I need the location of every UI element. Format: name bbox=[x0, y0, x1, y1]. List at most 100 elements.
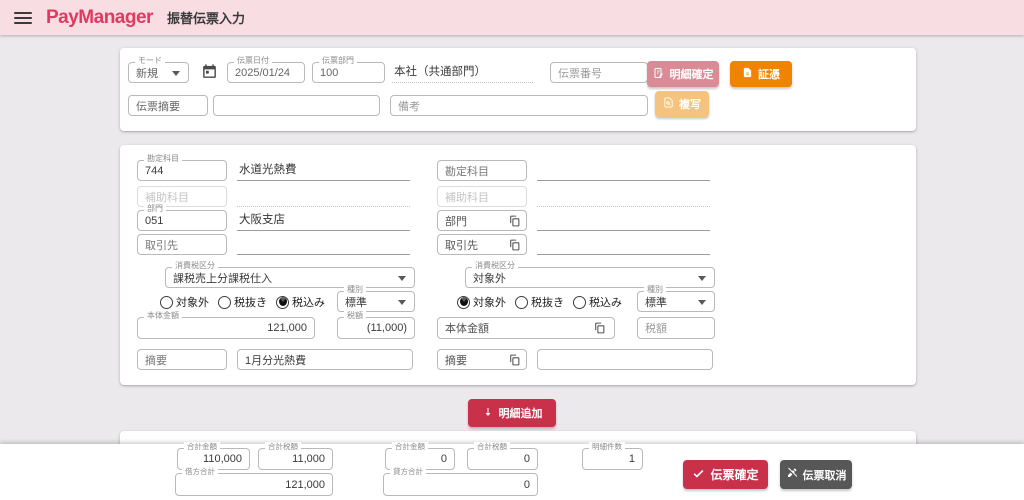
slip-number-field[interactable]: 伝票番号 bbox=[550, 62, 648, 83]
remarks-field[interactable]: 備考 bbox=[390, 95, 648, 116]
credit-type-select[interactable]: 種別 標準 bbox=[637, 285, 715, 312]
credit-account-field[interactable]: 勘定科目 bbox=[437, 160, 527, 181]
credit-account-placeholder: 勘定科目 bbox=[445, 165, 489, 178]
debit-grand-total-label: 借方合計 bbox=[182, 467, 218, 477]
debit-tax-field[interactable]: 税額 (11,000) bbox=[337, 311, 415, 339]
debit-partner-field[interactable]: 取引先 bbox=[137, 234, 227, 255]
credit-account-name bbox=[537, 157, 710, 181]
detail-entry-card: 勘定科目 744 水道光熱費 補助科目 部門 051 大阪支店 取引先 消費税区… bbox=[120, 145, 916, 385]
debit-tax-class-select[interactable]: 消費税区分 課税売上分課税仕入 bbox=[165, 261, 415, 288]
debit-dept-name: 大阪支店 bbox=[237, 207, 410, 231]
confirm-details-icon bbox=[653, 67, 665, 82]
credit-partner-field[interactable]: 取引先 bbox=[437, 234, 527, 255]
credit-subaccount-field[interactable]: 補助科目 bbox=[437, 186, 527, 207]
credit-subaccount-name bbox=[537, 183, 710, 207]
debit-radio-zeikomi[interactable]: 税込み bbox=[276, 294, 325, 310]
cancel-slip-button[interactable]: 伝票取消 bbox=[780, 460, 852, 489]
debit-partner-name bbox=[237, 231, 410, 255]
copy-icon[interactable] bbox=[508, 353, 521, 366]
credit-total-tax-field: 合計税額 0 bbox=[467, 442, 538, 470]
credit-summary-field[interactable]: 摘要 bbox=[437, 349, 527, 370]
slip-summary-input[interactable] bbox=[213, 95, 380, 116]
detail-count-field: 明細件数 1 bbox=[582, 442, 643, 470]
debit-total-amount-value: 110,000 bbox=[203, 453, 242, 465]
debit-amount-field[interactable]: 本体金額 121,000 bbox=[137, 311, 315, 339]
debit-summary-field[interactable]: 摘要 bbox=[137, 349, 227, 370]
credit-tax-placeholder: 税額 bbox=[645, 323, 667, 335]
totals-footer: 合計金額 110,000 合計税額 11,000 借方合計 121,000 合計… bbox=[0, 442, 1024, 500]
debit-radio-label-2: 税込み bbox=[292, 297, 325, 309]
page-title: 振替伝票入力 bbox=[166, 11, 245, 26]
debit-total-amount-label: 合計金額 bbox=[184, 442, 220, 452]
debit-grand-total-field: 借方合計 121,000 bbox=[175, 467, 333, 496]
app-header: PayManager 振替伝票入力 bbox=[0, 0, 1024, 35]
debit-grand-total-value: 121,000 bbox=[285, 478, 325, 491]
mode-select[interactable]: モード 新規 bbox=[128, 56, 189, 83]
debit-account-field[interactable]: 勘定科目 744 bbox=[137, 154, 227, 181]
copy-slip-icon bbox=[663, 97, 674, 111]
credit-summary-input[interactable] bbox=[537, 349, 713, 370]
slip-summary-field[interactable]: 伝票摘要 bbox=[128, 95, 208, 116]
credit-type-label: 種別 bbox=[644, 285, 666, 296]
debit-total-tax-value: 11,000 bbox=[292, 453, 325, 465]
mode-label: モード bbox=[135, 56, 165, 67]
cancel-slip-label: 伝票取消 bbox=[802, 469, 847, 482]
add-detail-button[interactable]: 明細追加 bbox=[468, 399, 556, 427]
debit-dept-field[interactable]: 部門 051 bbox=[137, 204, 227, 231]
credit-radio-label-0: 対象外 bbox=[473, 297, 506, 309]
radio-icon bbox=[515, 295, 528, 309]
debit-amount-label: 本体金額 bbox=[144, 311, 182, 322]
debit-dept-label: 部門 bbox=[144, 204, 166, 215]
credit-amount-placeholder: 本体金額 bbox=[445, 323, 489, 335]
slip-dept-name: 本社（共通部門） bbox=[392, 61, 533, 83]
copy-icon[interactable] bbox=[593, 322, 606, 335]
slip-date-field[interactable]: 伝票日付 2025/01/24 bbox=[227, 56, 305, 83]
credit-amount-field[interactable]: 本体金額 bbox=[437, 317, 615, 339]
credit-tax-field[interactable]: 税額 bbox=[637, 317, 715, 339]
confirm-details-button[interactable]: 明細確定 bbox=[647, 61, 719, 87]
debit-summary-placeholder: 摘要 bbox=[145, 354, 167, 367]
debit-radio-label-0: 対象外 bbox=[176, 297, 209, 309]
slip-header-card: モード 新規 伝票日付 2025/01/24 伝票部門 100 本社（共通部門）… bbox=[120, 48, 916, 131]
credit-grand-total-label: 貸方合計 bbox=[390, 467, 426, 477]
cancel-slip-icon bbox=[786, 467, 798, 482]
copy-icon[interactable] bbox=[508, 214, 521, 227]
credit-grand-total-field: 貸方合計 0 bbox=[383, 467, 538, 496]
credit-grand-total-value: 0 bbox=[523, 478, 530, 491]
confirm-slip-button[interactable]: 伝票確定 bbox=[683, 460, 768, 489]
credit-radio-label-2: 税込み bbox=[589, 297, 622, 309]
debit-radio-zeinuki[interactable]: 税抜き bbox=[218, 294, 267, 310]
confirm-details-label: 明細確定 bbox=[669, 69, 714, 81]
debit-partner-placeholder: 取引先 bbox=[145, 239, 178, 252]
credit-subaccount-placeholder: 補助科目 bbox=[445, 191, 489, 204]
copy-slip-button[interactable]: 複写 bbox=[655, 91, 709, 117]
debit-type-select[interactable]: 種別 標準 bbox=[337, 285, 415, 312]
copy-icon[interactable] bbox=[508, 238, 521, 251]
credit-radio-label-1: 税抜き bbox=[531, 297, 564, 309]
credit-tax-class-select[interactable]: 消費税区分 対象外 bbox=[465, 261, 715, 288]
add-detail-label: 明細追加 bbox=[498, 408, 543, 420]
debit-total-tax-label: 合計税額 bbox=[265, 442, 301, 452]
menu-icon[interactable] bbox=[14, 11, 32, 24]
debit-type-label: 種別 bbox=[344, 285, 366, 296]
debit-subaccount-name bbox=[237, 183, 410, 207]
slip-dept-field[interactable]: 伝票部門 100 bbox=[312, 56, 385, 83]
credit-total-amount-value: 0 bbox=[440, 453, 447, 465]
copy-slip-label: 複写 bbox=[679, 99, 701, 111]
credit-radio-zeinuki[interactable]: 税抜き bbox=[515, 294, 564, 310]
radio-icon bbox=[218, 295, 231, 309]
detail-count-label: 明細件数 bbox=[589, 442, 625, 452]
radio-selected-icon bbox=[457, 295, 470, 309]
debit-radio-taigaishо̄[interactable]: 対象外 bbox=[160, 294, 209, 310]
calendar-icon[interactable] bbox=[201, 63, 218, 80]
voucher-button[interactable]: 証憑 bbox=[730, 61, 792, 87]
debit-tax-class-label: 消費税区分 bbox=[172, 261, 218, 272]
debit-summary-input[interactable]: 1月分光熱費 bbox=[237, 349, 413, 370]
confirm-slip-label: 伝票確定 bbox=[710, 468, 759, 482]
credit-radio-zeikomi[interactable]: 税込み bbox=[573, 294, 622, 310]
credit-tax-class-label: 消費税区分 bbox=[472, 261, 518, 272]
credit-radio-taigaisho[interactable]: 対象外 bbox=[457, 294, 506, 310]
credit-dept-field[interactable]: 部門 bbox=[437, 210, 527, 231]
slip-number-placeholder: 伝票番号 bbox=[558, 67, 602, 80]
debit-summary-value: 1月分光熱費 bbox=[245, 354, 307, 367]
